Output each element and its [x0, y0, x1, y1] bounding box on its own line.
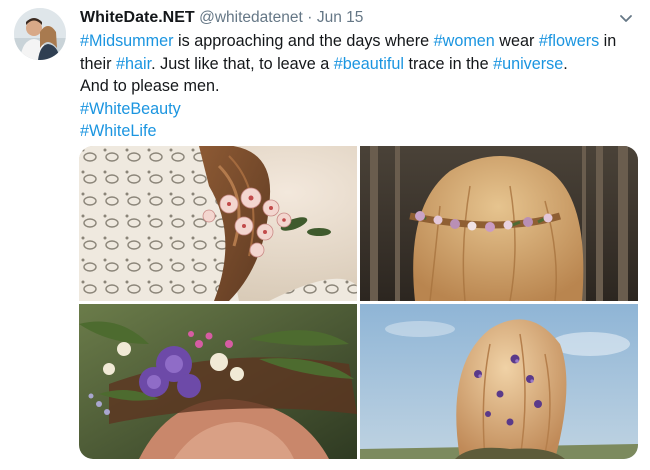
tweet-text-segment: trace in the: [403, 54, 494, 73]
photo-flower-crown[interactable]: [79, 304, 357, 459]
tweet-text-segment: their: [80, 54, 116, 73]
hashtag-link[interactable]: #hair: [116, 55, 151, 73]
hashtag-link[interactable]: #WhiteBeauty: [80, 100, 181, 118]
tweet-line: And to please men.: [80, 75, 635, 98]
tweet-header: WhiteDate.NET @whitedatenet · Jun 15: [80, 7, 636, 29]
hashtag-link[interactable]: #Midsummer: [80, 32, 174, 50]
tweet-text-segment: in: [599, 32, 617, 50]
separator-dot: ·: [307, 9, 313, 26]
tweet-line: #WhiteLife: [80, 120, 635, 143]
hashtag-link[interactable]: #flowers: [539, 32, 599, 50]
chevron-down-icon[interactable]: [616, 8, 636, 28]
tweet-text-segment: wear: [494, 32, 539, 50]
hashtag-link[interactable]: #women: [434, 32, 495, 50]
tweet-text-segment: . Just like that, to leave a: [151, 54, 334, 73]
display-name[interactable]: WhiteDate.NET: [80, 9, 195, 26]
tweet-date[interactable]: Jun 15: [317, 9, 364, 26]
photo-hair-sky[interactable]: [360, 304, 638, 459]
tweet-line: #WhiteBeauty: [80, 98, 635, 121]
user-handle[interactable]: @whitedatenet: [199, 9, 303, 26]
hashtag-link[interactable]: #beautiful: [334, 55, 404, 73]
photo-braid-forest[interactable]: [360, 146, 638, 301]
tweet-text-segment: And to please men.: [80, 77, 220, 95]
tweet-text-segment: .: [563, 54, 568, 73]
avatar-photo: [14, 8, 66, 60]
tweet-line: #Midsummer is approaching and the days w…: [80, 30, 635, 53]
media-grid: [79, 146, 638, 459]
tweet-text-segment: is approaching and the days where: [173, 32, 434, 50]
tweet-line: their #hair. Just like that, to leave a …: [80, 53, 635, 76]
hashtag-link[interactable]: #universe: [493, 55, 563, 73]
photo-blossom-hairpiece[interactable]: [79, 146, 357, 301]
hashtag-link[interactable]: #WhiteLife: [80, 122, 156, 140]
avatar[interactable]: [14, 8, 66, 60]
tweet-text: #Midsummer is approaching and the days w…: [80, 30, 635, 143]
